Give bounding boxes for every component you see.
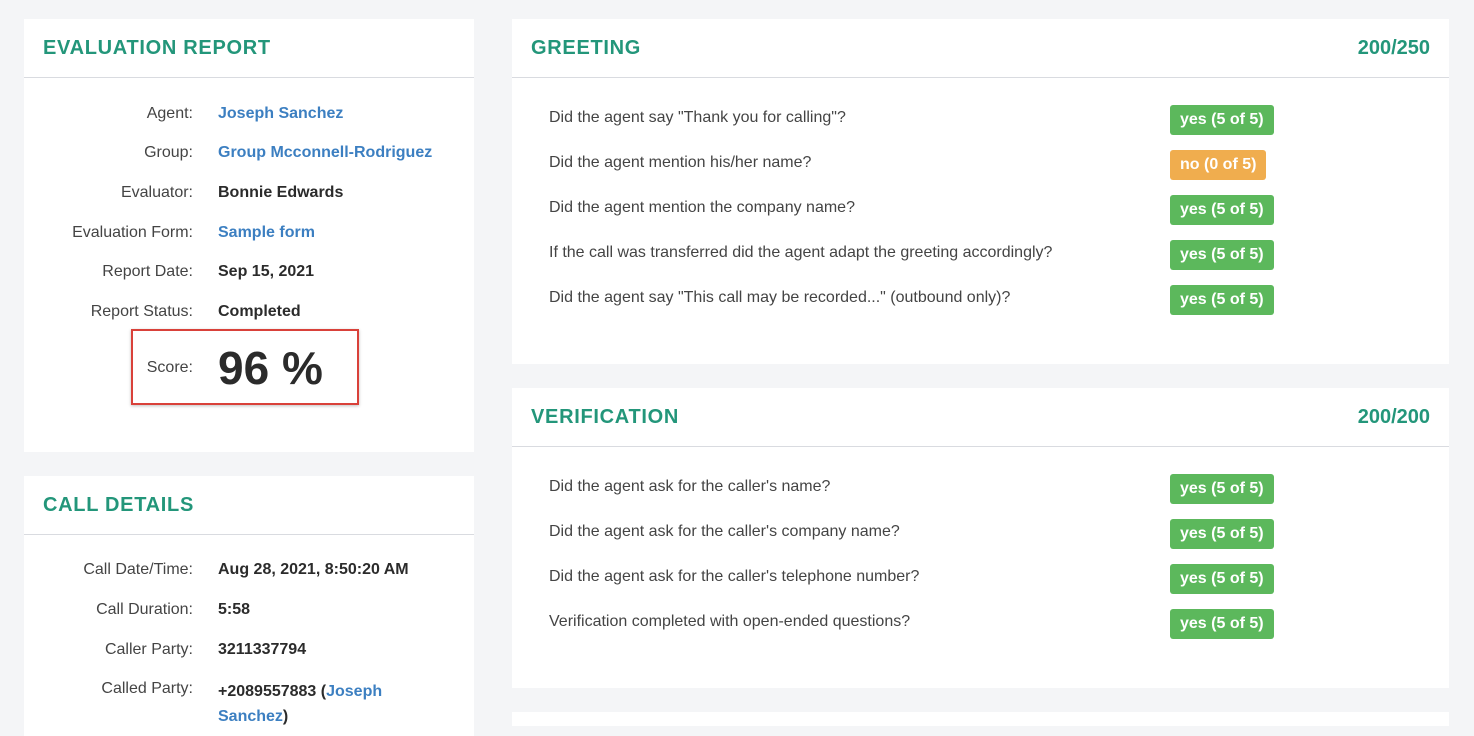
evaluation-form-label: Evaluation Form: bbox=[72, 224, 193, 241]
question-text: If the call was transferred did the agen… bbox=[549, 244, 1053, 261]
question-text: Did the agent say "This call may be reco… bbox=[549, 289, 1011, 306]
called-party-value: +2089557883 (Joseph Sanchez) bbox=[218, 679, 382, 729]
agent-label: Agent: bbox=[146, 105, 193, 122]
question-text: Did the agent ask for the caller's telep… bbox=[549, 568, 920, 585]
question-text: Did the agent ask for the caller's compa… bbox=[549, 523, 900, 540]
answer-badge-yes: yes (5 of 5) bbox=[1170, 195, 1274, 225]
call-duration-value: 5:58 bbox=[218, 601, 251, 618]
evaluation-report-card: EVALUATION REPORT Agent: Joseph Sanchez … bbox=[24, 19, 474, 452]
evaluator-value: Bonnie Edwards bbox=[218, 184, 344, 201]
greeting-question-row: Did the agent say "Thank you for calling… bbox=[549, 105, 1449, 135]
greeting-score: 200/250 bbox=[1357, 37, 1430, 59]
caller-party-row: Caller Party: 3211337794 bbox=[24, 641, 474, 665]
greeting-question-row: Did the agent mention the company name? … bbox=[549, 195, 1449, 225]
evaluation-form-row: Evaluation Form: Sample form bbox=[24, 224, 474, 248]
verification-title: VERIFICATION bbox=[531, 406, 680, 428]
report-date-label: Report Date: bbox=[102, 263, 193, 280]
group-link[interactable]: Group Mcconnell-Rodriguez bbox=[218, 144, 432, 162]
answer-badge-yes: yes (5 of 5) bbox=[1170, 474, 1274, 504]
called-party-row: Called Party: +2089557883 (Joseph Sanche… bbox=[24, 680, 474, 730]
agent-row: Agent: Joseph Sanchez bbox=[24, 105, 474, 129]
verification-score: 200/200 bbox=[1357, 406, 1430, 428]
group-label: Group: bbox=[144, 144, 193, 161]
caller-party-label: Caller Party: bbox=[104, 641, 193, 658]
called-party-agent-link-last[interactable]: Sanchez bbox=[218, 708, 283, 725]
report-status-row: Report Status: Completed bbox=[24, 303, 474, 327]
evaluation-report-header: EVALUATION REPORT bbox=[24, 19, 474, 78]
greeting-question-row: Did the agent say "This call may be reco… bbox=[549, 285, 1449, 315]
call-datetime-row: Call Date/Time: Aug 28, 2021, 8:50:20 AM bbox=[24, 561, 474, 585]
greeting-card: GREETING 200/250 Did the agent say "Than… bbox=[512, 19, 1449, 364]
agent-link[interactable]: Joseph Sanchez bbox=[218, 105, 343, 123]
call-details-title: CALL DETAILS bbox=[43, 494, 194, 516]
answer-badge-yes: yes (5 of 5) bbox=[1170, 285, 1274, 315]
greeting-title: GREETING bbox=[531, 37, 642, 59]
called-party-agent-link-first[interactable]: Joseph bbox=[326, 683, 382, 700]
verification-question-row: Did the agent ask for the caller's telep… bbox=[549, 564, 1449, 594]
question-text: Did the agent mention the company name? bbox=[549, 199, 855, 216]
score-value: 96 % bbox=[218, 342, 323, 394]
greeting-header: GREETING 200/250 bbox=[512, 19, 1449, 78]
called-party-close: ) bbox=[282, 708, 289, 725]
verification-question-row: Did the agent ask for the caller's compa… bbox=[549, 519, 1449, 549]
report-status-value: Completed bbox=[218, 303, 301, 320]
report-date-value: Sep 15, 2021 bbox=[218, 263, 315, 280]
answer-badge-yes: yes (5 of 5) bbox=[1170, 609, 1274, 639]
next-section-card bbox=[512, 712, 1449, 726]
answer-badge-yes: yes (5 of 5) bbox=[1170, 105, 1274, 135]
evaluator-label: Evaluator: bbox=[120, 184, 193, 201]
call-duration-label: Call Duration: bbox=[96, 601, 193, 618]
call-details-header: CALL DETAILS bbox=[24, 476, 474, 535]
call-datetime-label: Call Date/Time: bbox=[83, 561, 193, 578]
evaluation-form-link[interactable]: Sample form bbox=[218, 224, 315, 242]
called-party-number: +2089557883 ( bbox=[218, 683, 327, 700]
answer-badge-yes: yes (5 of 5) bbox=[1170, 519, 1274, 549]
call-duration-row: Call Duration: 5:58 bbox=[24, 601, 474, 625]
call-datetime-value: Aug 28, 2021, 8:50:20 AM bbox=[218, 561, 409, 578]
call-details-card: CALL DETAILS Call Date/Time: Aug 28, 202… bbox=[24, 476, 474, 736]
verification-header: VERIFICATION 200/200 bbox=[512, 388, 1449, 447]
score-label: Score: bbox=[146, 359, 193, 376]
answer-badge-no: no (0 of 5) bbox=[1170, 150, 1267, 180]
answer-badge-yes: yes (5 of 5) bbox=[1170, 240, 1274, 270]
question-text: Did the agent ask for the caller's name? bbox=[549, 478, 831, 495]
question-text: Verification completed with open-ended q… bbox=[549, 613, 911, 630]
question-text: Did the agent say "Thank you for calling… bbox=[549, 109, 846, 126]
verification-card: VERIFICATION 200/200 Did the agent ask f… bbox=[512, 388, 1449, 688]
called-party-label: Called Party: bbox=[101, 680, 193, 697]
group-row: Group: Group Mcconnell-Rodriguez bbox=[24, 144, 474, 168]
evaluation-report-title: EVALUATION REPORT bbox=[43, 37, 271, 59]
question-text: Did the agent mention his/her name? bbox=[549, 154, 812, 171]
report-date-row: Report Date: Sep 15, 2021 bbox=[24, 263, 474, 287]
evaluator-row: Evaluator: Bonnie Edwards bbox=[24, 184, 474, 208]
report-status-label: Report Status: bbox=[90, 303, 193, 320]
verification-question-row: Verification completed with open-ended q… bbox=[549, 609, 1449, 639]
greeting-question-row: Did the agent mention his/her name? no (… bbox=[549, 150, 1449, 180]
caller-party-value: 3211337794 bbox=[218, 641, 307, 658]
greeting-question-row: If the call was transferred did the agen… bbox=[549, 240, 1449, 270]
verification-question-row: Did the agent ask for the caller's name?… bbox=[549, 474, 1449, 504]
answer-badge-yes: yes (5 of 5) bbox=[1170, 564, 1274, 594]
